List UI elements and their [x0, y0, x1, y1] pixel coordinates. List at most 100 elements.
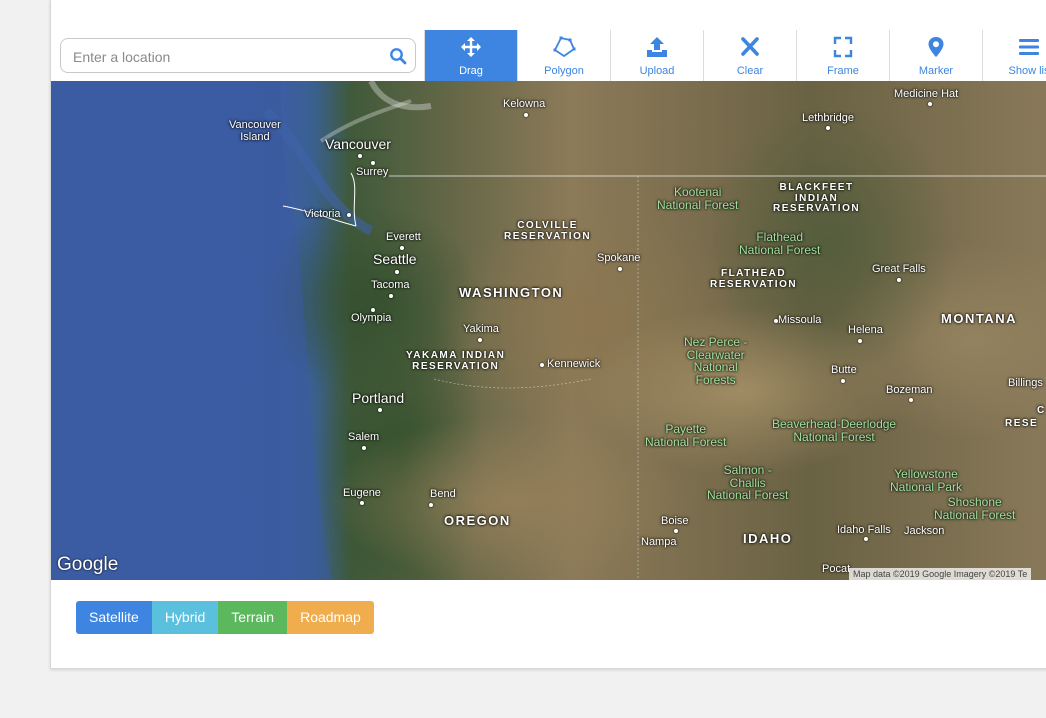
map-toolbar: Drag Polygon Upload — [51, 30, 1046, 82]
map-label-portland: Portland — [352, 390, 405, 406]
map-label-eugene: Eugene — [343, 487, 381, 499]
polygon-icon — [553, 36, 576, 58]
move-icon — [461, 37, 481, 57]
map-label-payette-nf: Payette National Forest — [645, 422, 727, 449]
map-label-billings: Billings — [1008, 377, 1043, 389]
marker-tool-button[interactable]: Marker — [889, 30, 982, 81]
city-dot — [909, 398, 913, 402]
tool-label: Marker — [918, 65, 954, 77]
map-label-salem: Salem — [348, 431, 380, 443]
city-dot — [478, 338, 482, 342]
tool-label: Drag — [459, 65, 483, 77]
map-label-kelowna: Kelowna — [503, 98, 546, 110]
map-label-yellowstone-np: Yellowstone National Park — [890, 467, 963, 494]
upload-icon — [647, 37, 667, 57]
map-label-pocatello: Pocat — [822, 563, 851, 575]
show-list-button[interactable]: Show lis — [982, 30, 1046, 81]
map-label-bozeman: Bozeman — [886, 384, 933, 396]
map-label-yakama-reservation: YAKAMA INDIAN RESERVATION — [406, 350, 506, 372]
map-label-colville-reservation: COLVILLE RESERVATION — [504, 220, 592, 242]
map-label-blackfeet-reservation: BLACKFEET INDIAN RESERVATION — [773, 182, 861, 214]
map-label-oregon: OREGON — [444, 513, 511, 528]
map-label-kootenai-nf: Kootenai National Forest — [657, 185, 739, 212]
location-search — [60, 38, 416, 74]
map-type-selector: Satellite Hybrid Terrain Roadmap — [76, 601, 374, 634]
map-label-lethbridge: Lethbridge — [802, 112, 854, 124]
map-label-nampa: Nampa — [641, 536, 677, 548]
drawing-tools: Drag Polygon Upload Clear Frame Marker S… — [424, 30, 1046, 81]
city-dot — [928, 102, 932, 106]
city-dot — [371, 161, 375, 165]
satellite-button[interactable]: Satellite — [76, 601, 152, 634]
map-label-beaverhead-nf: Beaverhead-Deerlodge National Forest — [772, 417, 897, 444]
map-label-kennewick: Kennewick — [547, 358, 601, 370]
upload-tool-button[interactable]: Upload — [610, 30, 703, 81]
city-dot — [371, 308, 375, 312]
terrain-button[interactable]: Terrain — [218, 601, 288, 634]
hybrid-button[interactable]: Hybrid — [151, 601, 219, 634]
city-dot — [618, 267, 622, 271]
satellite-map[interactable]: Vancouver Island Vancouver Surrey Victor… — [51, 81, 1046, 580]
city-dot — [774, 319, 778, 323]
city-dot — [347, 213, 351, 217]
city-dot — [360, 501, 364, 505]
map-label-idaho: IDAHO — [743, 531, 793, 546]
tool-label: Clear — [736, 65, 764, 77]
map-attribution: Map data ©2019 Google Imagery ©2019 Te — [849, 568, 1032, 580]
city-dot — [540, 363, 544, 367]
tool-label: Frame — [827, 65, 859, 77]
map-label-bend: Bend — [430, 488, 456, 500]
tool-label: Show lis — [1008, 65, 1046, 77]
search-icon[interactable] — [389, 47, 407, 65]
map-label-tacoma: Tacoma — [371, 279, 410, 291]
map-labels: Vancouver Island Vancouver Surrey Victor… — [51, 81, 1046, 580]
polygon-tool-button[interactable]: Polygon — [517, 30, 610, 81]
city-dot — [864, 537, 868, 541]
tool-label: Polygon — [544, 65, 584, 77]
map-label-edge-reservation: RESE — [1005, 418, 1039, 429]
clear-icon — [741, 37, 759, 56]
map-panel: Drag Polygon Upload — [50, 0, 1046, 669]
map-label-spokane: Spokane — [597, 252, 641, 264]
city-dot — [400, 246, 404, 250]
map-label-everett: Everett — [386, 231, 421, 243]
map-label-nez-perce-nf: Nez Perce - Clearwater National Forests — [684, 335, 748, 387]
city-dot — [395, 270, 399, 274]
frame-tool-button[interactable]: Frame — [796, 30, 889, 81]
map-label-flathead-nf: Flathead National Forest — [739, 230, 821, 257]
city-dot — [429, 503, 433, 507]
city-dot — [358, 154, 362, 158]
clear-tool-button[interactable]: Clear — [703, 30, 796, 81]
map-label-butte: Butte — [831, 364, 857, 376]
city-dot — [389, 294, 393, 298]
city-dot — [897, 278, 901, 282]
location-search-input[interactable] — [71, 39, 375, 74]
map-label-shoshone-nf: Shoshone National Forest — [934, 495, 1016, 522]
map-label-montana: MONTANA — [941, 311, 1017, 326]
map-label-flathead-reservation: FLATHEAD RESERVATION — [710, 268, 798, 290]
map-label-washington: WASHINGTON — [459, 285, 564, 300]
map-label-helena: Helena — [848, 324, 883, 336]
map-label-victoria: Victoria — [304, 208, 341, 220]
google-logo: Google — [57, 554, 119, 575]
city-dot — [674, 529, 678, 533]
panel-header — [51, 0, 1046, 31]
map-label-vancouver-island: Vancouver Island — [229, 119, 281, 143]
fullscreen-icon — [833, 36, 853, 58]
tool-label: Upload — [639, 65, 675, 77]
roadmap-button[interactable]: Roadmap — [287, 601, 374, 634]
map-label-great-falls: Great Falls — [872, 263, 926, 275]
city-dot — [524, 113, 528, 117]
map-label-salmon-challis-nf: Salmon - Challis National Forest — [707, 463, 789, 503]
map-label-medicine-hat: Medicine Hat — [894, 88, 959, 100]
map-label-idaho-falls: Idaho Falls — [837, 524, 891, 536]
city-dot — [378, 408, 382, 412]
map-label-surrey: Surrey — [356, 166, 389, 178]
map-label-yakima: Yakima — [463, 323, 499, 335]
city-dot — [362, 446, 366, 450]
map-pin-icon — [928, 37, 944, 57]
map-label-olympia: Olympia — [351, 312, 392, 324]
map-label-edge-c: C — [1037, 405, 1046, 416]
drag-tool-button[interactable]: Drag — [424, 30, 517, 81]
city-dot — [841, 379, 845, 383]
